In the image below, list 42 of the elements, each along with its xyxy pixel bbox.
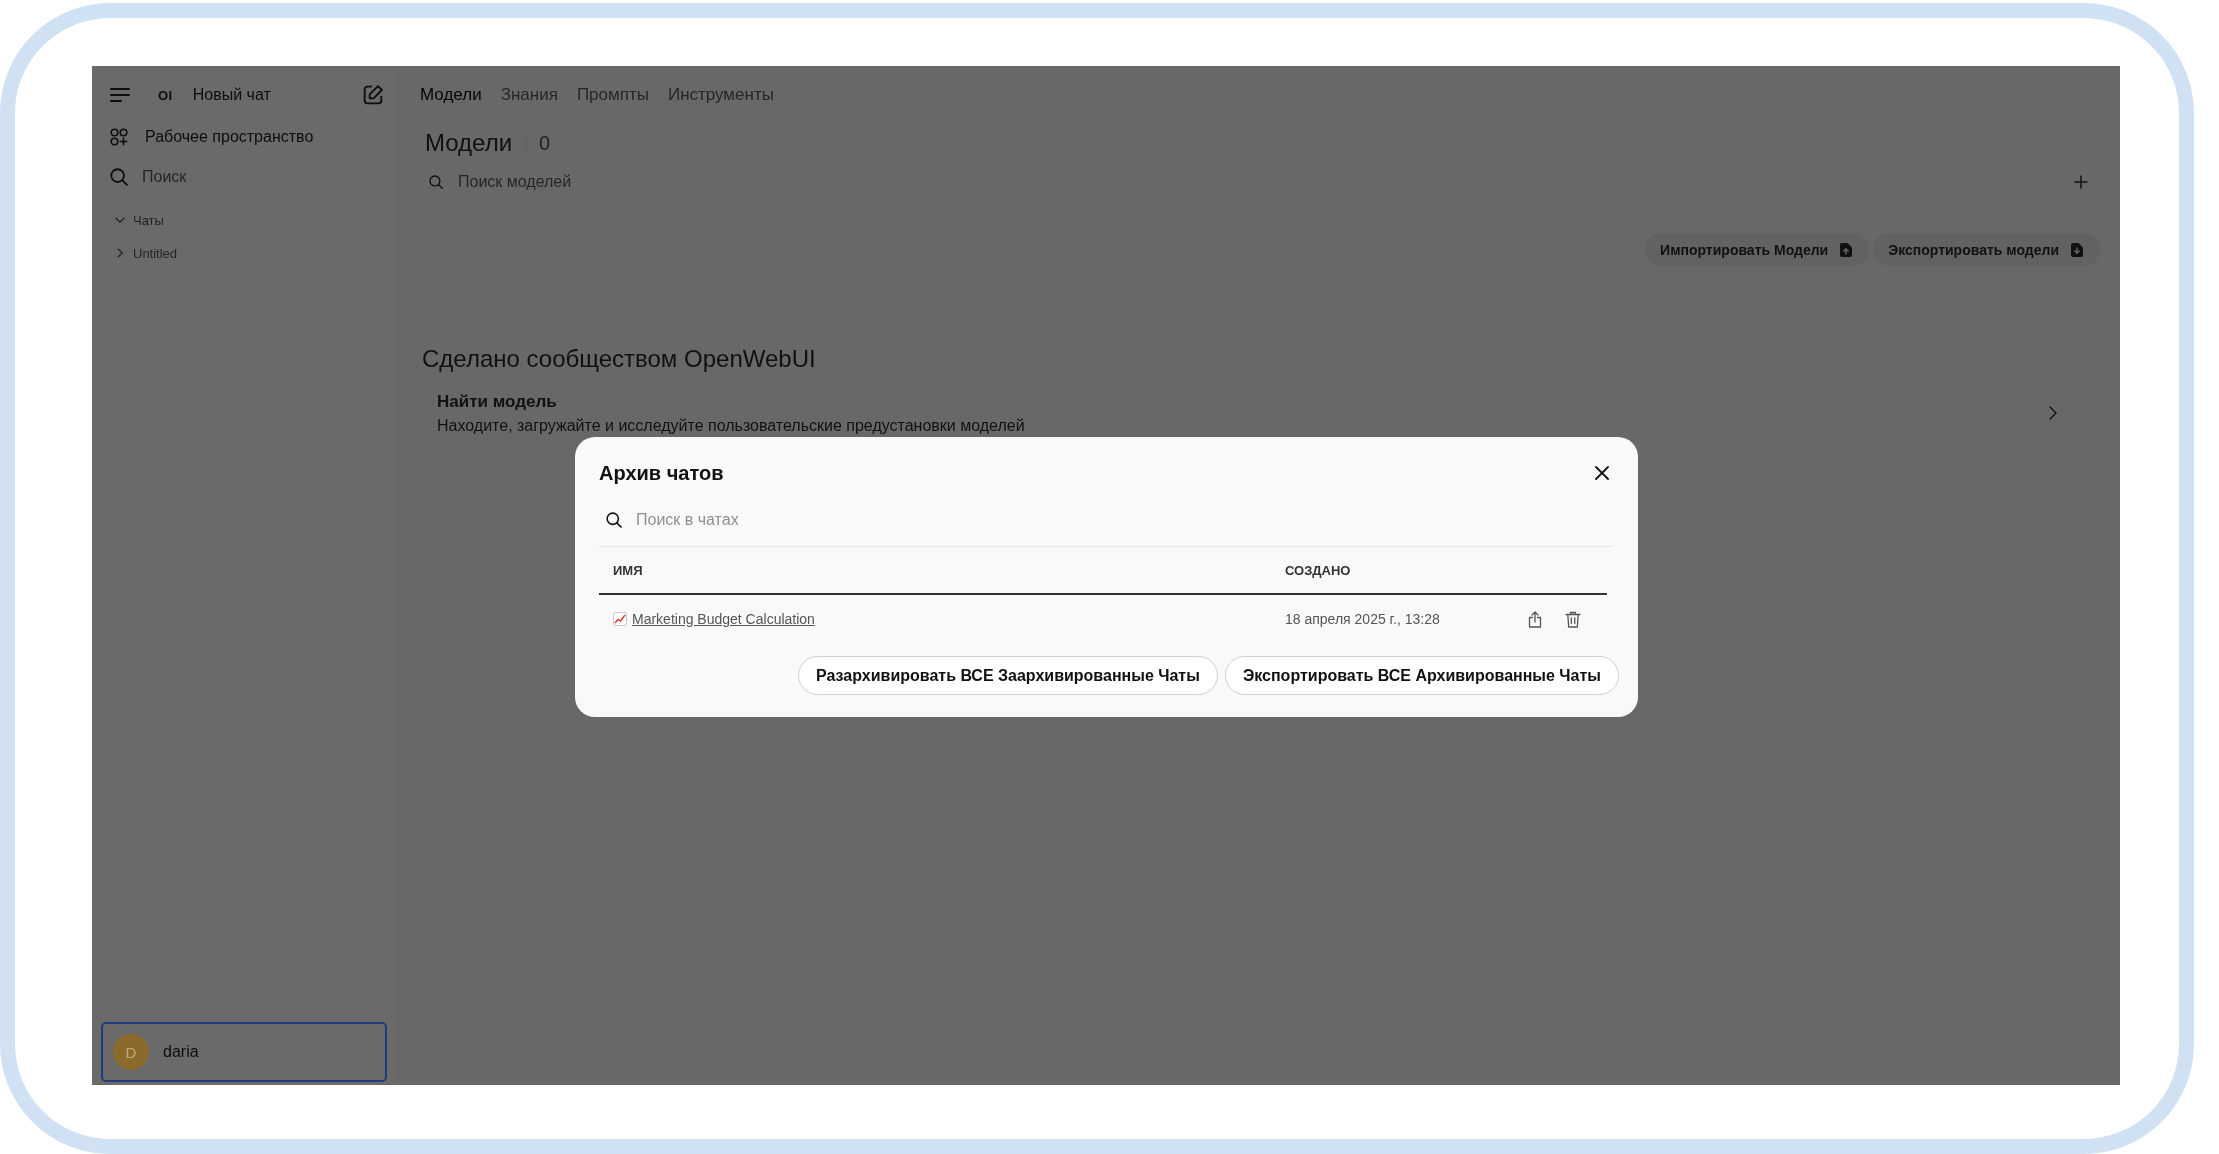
search-icon — [606, 512, 622, 528]
user-avatar: D — [113, 1034, 149, 1070]
nav-tab[interactable]: Промпты — [576, 85, 649, 105]
model-count: 0 — [526, 132, 551, 154]
nav-tab[interactable]: Модели — [420, 85, 482, 105]
user-menu-button[interactable]: D daria — [101, 1022, 387, 1082]
section-heading: Сделано сообществом OpenWebUI — [422, 344, 817, 374]
folder-item[interactable]: Чаты — [101, 206, 164, 234]
column-header: СОЗДАНО — [1285, 562, 1351, 578]
search-icon — [429, 175, 443, 189]
chat-link[interactable]: Marketing Budget Calculation — [613, 611, 815, 627]
workspace-link[interactable]: Рабочее пространство — [110, 128, 314, 146]
chart-emoji-icon — [613, 612, 627, 626]
nav-tab[interactable]: Инструменты — [667, 85, 774, 105]
chevron-right-icon[interactable] — [2049, 406, 2057, 420]
page-title: Модели — [425, 129, 513, 157]
file-download-icon — [2071, 242, 2083, 257]
plus-icon[interactable] — [2074, 175, 2088, 189]
find-model-title[interactable]: Найти модель — [437, 390, 2049, 414]
edit-icon[interactable] — [363, 85, 383, 105]
search-field[interactable]: Поиск в чатах — [636, 511, 1613, 529]
file-upload-icon — [1840, 242, 1853, 257]
unarchive-all-button[interactable]: Разархивировать ВСЕ Заархивированные Чаты — [798, 656, 1218, 695]
table-cell: 18 апреля 2025 г., 13:28 — [1285, 611, 1440, 627]
column-header: ИМЯ — [613, 562, 643, 578]
search-field[interactable]: Поиск — [142, 168, 383, 186]
close-icon[interactable] — [1595, 466, 1609, 480]
trash-icon[interactable] — [1565, 610, 1581, 628]
app-logo: OI — [158, 87, 173, 103]
new-chat-button[interactable]: Новый чат — [192, 86, 271, 104]
share-icon[interactable] — [1528, 610, 1542, 628]
search-icon — [110, 168, 128, 186]
dialog-title: Архив чатов — [599, 461, 725, 485]
menu-icon[interactable] — [110, 88, 130, 102]
find-model-description: Находите, загружайте и исследуйте пользовательские предустановки моделей — [437, 416, 1026, 436]
search-field[interactable]: Поиск моделей — [458, 173, 2059, 191]
export-models-button[interactable]: Экспортировать модели — [1873, 233, 2100, 266]
folder-item[interactable]: Untitled — [101, 239, 178, 267]
nav-tab[interactable]: Знания — [500, 85, 558, 105]
grid-plus-icon — [110, 128, 128, 146]
import-models-button[interactable]: Импортировать Модели — [1645, 233, 1870, 266]
export-all-button[interactable]: Экспортировать ВСЕ Архивированные Чаты — [1224, 656, 1619, 695]
